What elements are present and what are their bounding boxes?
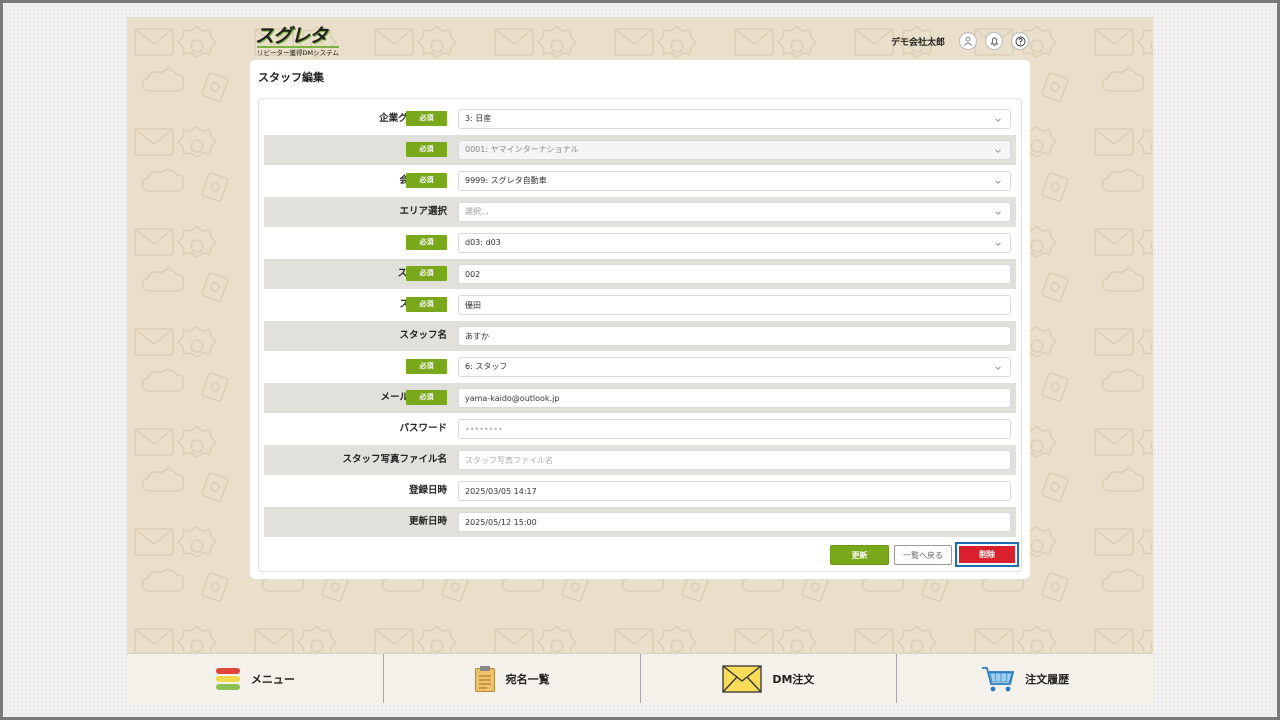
chevron-down-icon bbox=[995, 366, 1001, 370]
chevron-down-icon bbox=[995, 211, 1001, 215]
form-row-last-name: スタッフ姓 必須 bbox=[264, 290, 1016, 320]
form-row-password: パスワード bbox=[264, 414, 1016, 444]
select-placeholder: 選択... bbox=[465, 207, 489, 216]
nav-label: DM注文 bbox=[772, 672, 815, 686]
staff-edit-form: 企業グループID 必須 3: 日産 代理店ID 必須 0001: ヤマインターナ… bbox=[258, 98, 1022, 572]
form-row-company-code: 会社コード 必須 9999: スグレタ自動車 bbox=[264, 166, 1016, 196]
photo-filename-input[interactable] bbox=[458, 450, 1011, 470]
agency-id-select[interactable]: 0001: ヤマインターナショナル bbox=[458, 140, 1011, 160]
nav-label: メニュー bbox=[250, 672, 295, 686]
select-value: 9999: スグレタ自動車 bbox=[465, 176, 547, 185]
select-value: 6: スタッフ bbox=[465, 362, 508, 371]
form-row-first-name: スタッフ名 bbox=[264, 321, 1016, 351]
field-label: 更新日時 bbox=[408, 516, 447, 527]
field-label: スタッフ写真ファイル名 bbox=[342, 454, 447, 465]
app-window: スグレタ リピーター獲得DMシステム デモ会社太郎 スタッフ編集 企業グループI… bbox=[127, 17, 1153, 703]
form-row-created-at: 登録日時 bbox=[264, 476, 1016, 506]
user-icon[interactable] bbox=[959, 32, 977, 50]
required-badge: 必須 bbox=[406, 111, 447, 126]
logo-sub-text: リピーター獲得DMシステム bbox=[257, 46, 339, 57]
form-row-photo-filename: スタッフ写真ファイル名 bbox=[264, 445, 1016, 475]
page-title: スタッフ編集 bbox=[258, 71, 324, 84]
group-id-select[interactable]: 3: 日産 bbox=[458, 109, 1011, 129]
field-label: 登録日時 bbox=[408, 485, 447, 496]
nav-item-address-list[interactable]: 宛名一覧 bbox=[384, 654, 641, 703]
logo-main-text: スグレタ bbox=[255, 25, 328, 47]
chevron-down-icon bbox=[995, 149, 1001, 153]
required-badge: 必須 bbox=[406, 359, 447, 374]
area-select[interactable]: 選択... bbox=[458, 202, 1011, 222]
required-badge: 必須 bbox=[406, 266, 447, 281]
company-code-select[interactable]: 9999: スグレタ自動車 bbox=[458, 171, 1011, 191]
required-badge: 必須 bbox=[406, 297, 447, 312]
menu-stack-icon bbox=[215, 667, 240, 690]
chevron-down-icon bbox=[995, 118, 1001, 122]
delete-button[interactable]: 削除 bbox=[959, 546, 1015, 563]
chevron-down-icon bbox=[995, 242, 1001, 246]
chevron-down-icon bbox=[995, 180, 1001, 184]
required-badge: 必須 bbox=[406, 173, 447, 188]
header-user-area: デモ会社太郎 bbox=[891, 31, 1029, 51]
nav-item-order-history[interactable]: 注文履歴 bbox=[897, 654, 1153, 703]
field-label: スタッフ名 bbox=[399, 330, 447, 341]
bottom-nav: メニュー 宛名一覧 DM注文 注文履歴 bbox=[127, 653, 1153, 703]
created-at-field[interactable] bbox=[458, 481, 1011, 501]
back-to-list-button[interactable]: 一覧へ戻る bbox=[894, 545, 952, 565]
select-value: 0001: ヤマインターナショナル bbox=[465, 145, 579, 154]
staff-edit-card: スタッフ編集 企業グループID 必須 3: 日産 代理店ID 必須 0001: … bbox=[250, 60, 1030, 579]
form-row-email: メールアドレス 必須 bbox=[264, 383, 1016, 413]
required-badge: 必須 bbox=[406, 390, 447, 405]
password-field[interactable] bbox=[458, 419, 1011, 439]
cart-icon bbox=[982, 666, 1015, 691]
updated-at-field[interactable] bbox=[458, 512, 1011, 532]
form-row-area: エリア選択 選択... bbox=[264, 197, 1016, 227]
email-field[interactable] bbox=[458, 388, 1011, 408]
nav-item-menu[interactable]: メニュー bbox=[127, 654, 384, 703]
bell-icon[interactable] bbox=[985, 32, 1003, 50]
user-name: デモ会社太郎 bbox=[890, 37, 945, 48]
staff-id-input[interactable] bbox=[458, 264, 1011, 284]
help-icon[interactable] bbox=[1011, 32, 1029, 50]
nav-label: 宛名一覧 bbox=[505, 672, 550, 686]
form-row-updated-at: 更新日時 bbox=[264, 507, 1016, 537]
form-row-store: 店舗選択 必須 d03: d03 bbox=[264, 228, 1016, 258]
field-label: パスワード bbox=[399, 423, 447, 434]
required-badge: 必須 bbox=[406, 235, 447, 250]
permission-select[interactable]: 6: スタッフ bbox=[458, 357, 1011, 377]
update-button[interactable]: 更新 bbox=[830, 545, 889, 565]
form-row-staff-id: スタッフID 必須 bbox=[264, 259, 1016, 289]
first-name-input[interactable] bbox=[458, 326, 1011, 346]
app-logo[interactable]: スグレタ リピーター獲得DMシステム bbox=[255, 25, 339, 57]
required-badge: 必須 bbox=[406, 142, 447, 157]
delete-button-focus-ring: 削除 bbox=[955, 542, 1019, 567]
select-value: 3: 日産 bbox=[465, 114, 492, 123]
nav-item-dm-order[interactable]: DM注文 bbox=[641, 654, 898, 703]
form-row-group-id: 企業グループID 必須 3: 日産 bbox=[264, 104, 1016, 134]
form-row-permission: 権限 必須 6: スタッフ bbox=[264, 352, 1016, 382]
store-select[interactable]: d03: d03 bbox=[458, 233, 1011, 253]
select-value: d03: d03 bbox=[465, 238, 501, 247]
form-row-agency-id: 代理店ID 必須 0001: ヤマインターナショナル bbox=[264, 135, 1016, 165]
field-label: エリア選択 bbox=[399, 206, 447, 217]
clipboard-icon bbox=[474, 665, 495, 692]
last-name-input[interactable] bbox=[458, 295, 1011, 315]
envelope-icon bbox=[722, 664, 762, 693]
nav-label: 注文履歴 bbox=[1025, 672, 1070, 686]
